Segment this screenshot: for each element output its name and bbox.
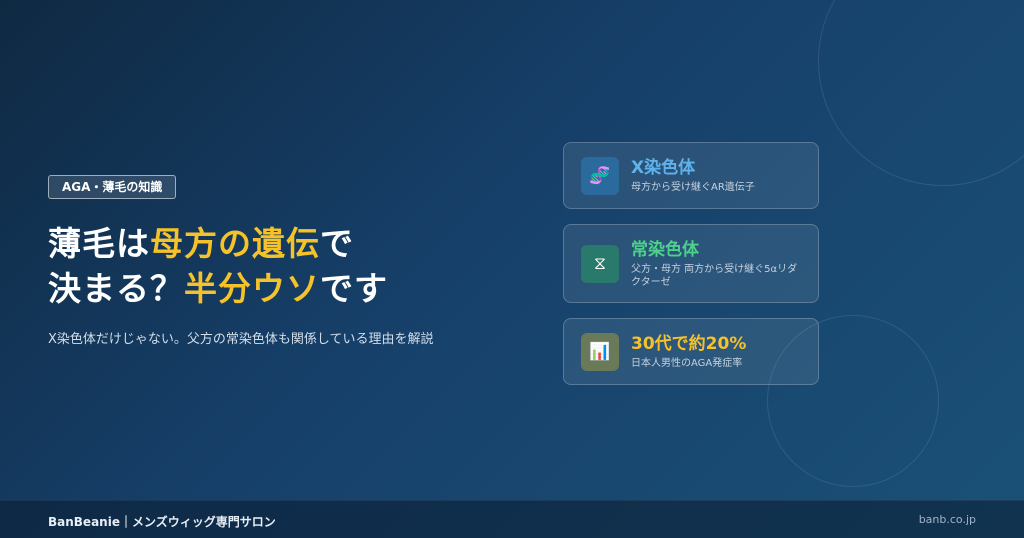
footer-brand: BanBeanie｜メンズウィッグ専門サロン	[48, 515, 276, 529]
info-card-statistic: 📊 30代で約20% 日本人男性のAGA発症率	[563, 318, 819, 385]
card-text: 30代で約20% 日本人男性のAGA発症率	[631, 333, 804, 370]
chromosome-icon: ⧖	[581, 244, 619, 283]
card-description: 日本人男性のAGA発症率	[631, 358, 743, 369]
footer: BanBeanie｜メンズウィッグ専門サロン banb.co.jp	[0, 500, 1024, 538]
info-card-autosome: ⧖ 常染色体 父方・母方 両方から受け継ぐ5αリダクターゼ	[563, 224, 819, 303]
title-text: 薄毛は	[48, 224, 150, 263]
footer-url[interactable]: banb.co.jp	[919, 513, 976, 526]
category-tag: AGA・薄毛の知識	[48, 175, 177, 199]
chart-icon: 📊	[581, 332, 619, 371]
card-text: 常染色体 父方・母方 両方から受け継ぐ5αリダクターゼ	[631, 239, 804, 289]
title-highlight: 母方の遺伝	[150, 224, 320, 263]
title-text: です	[320, 269, 388, 308]
info-card-x-chromosome: 🧬 X染色体 母方から受け継ぐAR遺伝子	[563, 142, 819, 209]
hero-section: AGA・薄毛の知識 薄毛は母方の遺伝で 決まる？半分ウソです X染色体だけじゃな…	[48, 175, 518, 349]
subtitle: X染色体だけじゃない。父方の常染色体も関係している理由を解説	[48, 332, 434, 347]
decorative-circle-top	[818, 0, 1024, 186]
card-description: 父方・母方 両方から受け継ぐ5αリダクターゼ	[631, 263, 798, 288]
page-title: 薄毛は母方の遺伝で 決まる？半分ウソです	[48, 221, 518, 311]
card-text: X染色体 母方から受け継ぐAR遺伝子	[631, 157, 804, 194]
dna-icon: 🧬	[581, 156, 619, 195]
title-text: 決まる？	[48, 269, 184, 308]
card-title: X染色体	[631, 158, 696, 178]
title-highlight: 半分ウソ	[184, 269, 320, 308]
card-title: 30代で約20%	[631, 334, 747, 354]
title-line-1: 薄毛は母方の遺伝で	[48, 224, 354, 263]
title-text: で	[320, 224, 354, 263]
card-description: 母方から受け継ぐAR遺伝子	[631, 182, 755, 193]
card-title: 常染色体	[631, 239, 699, 260]
title-line-2: 決まる？半分ウソです	[48, 269, 388, 308]
